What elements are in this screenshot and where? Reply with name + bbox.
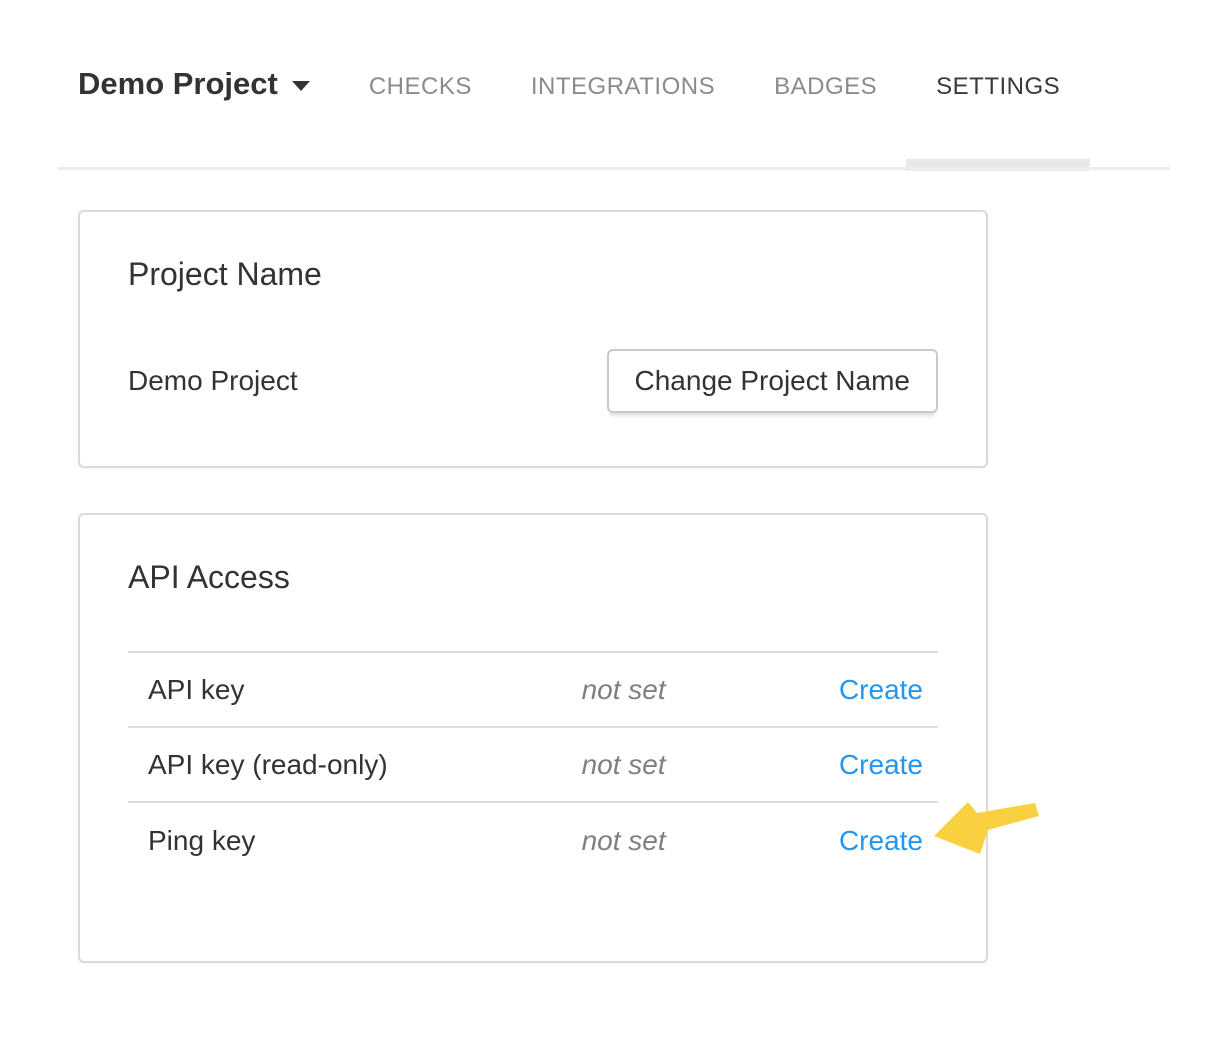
tab-checks[interactable]: CHECKS bbox=[369, 73, 472, 101]
create-ping-key-link[interactable]: Create bbox=[839, 825, 923, 856]
change-project-name-button[interactable]: Change Project Name bbox=[607, 349, 938, 413]
caret-down-icon bbox=[292, 81, 310, 91]
api-access-card-title: API Access bbox=[128, 559, 938, 596]
key-name-label: Ping key bbox=[128, 825, 582, 857]
tab-integrations[interactable]: INTEGRATIONS bbox=[531, 73, 715, 101]
project-name-row: Demo Project Change Project Name bbox=[128, 349, 938, 413]
table-row-api-key-read-only: API key (read-only) not set Create bbox=[128, 728, 938, 803]
tab-settings[interactable]: SETTINGS bbox=[936, 73, 1060, 101]
current-project-name: Demo Project bbox=[128, 365, 298, 397]
project-title: Demo Project bbox=[78, 66, 278, 101]
key-name-label: API key bbox=[128, 674, 582, 706]
header-divider bbox=[58, 167, 1170, 170]
settings-page: Project Name Demo Project Change Project… bbox=[0, 210, 1220, 963]
project-name-card-title: Project Name bbox=[128, 256, 938, 293]
tab-badges[interactable]: BADGES bbox=[774, 73, 877, 101]
create-api-key-link[interactable]: Create bbox=[839, 674, 923, 705]
api-access-card: API Access API key not set Create API ke… bbox=[78, 513, 988, 963]
nav-tabs: CHECKS INTEGRATIONS BADGES SETTINGS bbox=[369, 73, 1119, 101]
topbar: Demo Project CHECKS INTEGRATIONS BADGES … bbox=[0, 0, 1220, 170]
key-name-label: API key (read-only) bbox=[128, 749, 582, 781]
project-name-card: Project Name Demo Project Change Project… bbox=[78, 210, 988, 468]
create-readonly-api-key-link[interactable]: Create bbox=[839, 749, 923, 780]
api-keys-table: API key not set Create API key (read-onl… bbox=[128, 651, 938, 878]
key-value-text: not set bbox=[582, 825, 793, 857]
topbar-row: Demo Project CHECKS INTEGRATIONS BADGES … bbox=[0, 0, 1220, 102]
key-value-text: not set bbox=[582, 674, 793, 706]
table-row-ping-key: Ping key not set Create bbox=[128, 803, 938, 878]
key-value-text: not set bbox=[582, 749, 793, 781]
table-row-api-key: API key not set Create bbox=[128, 653, 938, 728]
project-switcher-dropdown[interactable]: Demo Project bbox=[78, 66, 310, 102]
